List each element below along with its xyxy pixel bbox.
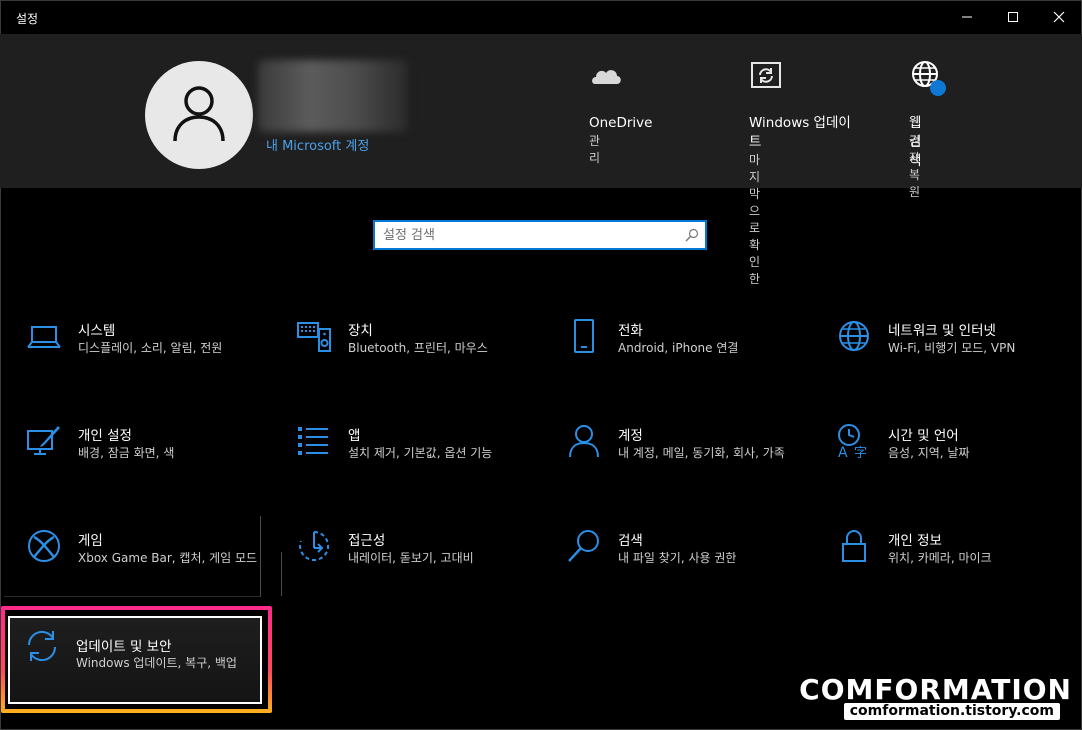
tile-title: 전화 <box>618 323 643 339</box>
tile-description: Android, iPhone 연결 <box>618 341 739 355</box>
update-icon <box>751 62 781 88</box>
category-tile-devices[interactable]: 장치 Bluetooth, 프린터, 마우스 <box>274 306 532 402</box>
tile-title: 개인 설정 <box>78 428 132 444</box>
tile-title: 검색 <box>618 533 643 549</box>
tile-title: 시스템 <box>78 323 116 339</box>
category-tile-network[interactable]: 네트워크 및 인터넷 Wi-Fi, 비행기 모드, VPN <box>814 306 1072 402</box>
category-tile-accounts[interactable]: 계정 내 계정, 메일, 동기화, 회사, 가족 <box>544 411 802 507</box>
tile-title: 개인 정보 <box>888 533 942 549</box>
apps-list-icon <box>298 427 328 455</box>
blurred-username <box>258 60 408 132</box>
tile-description: 위치, 카메라, 마이크 <box>888 551 992 565</box>
tile-title: 장치 <box>348 323 373 339</box>
laptop-icon <box>27 326 61 348</box>
settings-search-box[interactable] <box>373 220 707 250</box>
close-button[interactable] <box>1036 0 1082 34</box>
category-tile-apps[interactable]: 앱 설치 제거, 기본값, 옵션 기능 <box>274 411 532 507</box>
tile-title: 접근성 <box>348 533 386 549</box>
microsoft-account-link[interactable]: 내 Microsoft 계정 <box>266 135 369 154</box>
maximize-button[interactable] <box>990 0 1036 34</box>
maximize-icon <box>1008 12 1018 22</box>
header-item-subtitle: 관리 <box>589 134 601 165</box>
account-header: 내 Microsoft 계정 OneDrive 관리 Windows 업데이트 … <box>0 34 1082 286</box>
watermark-url: comformation.tistory.com <box>843 703 1060 720</box>
minimize-button[interactable] <box>944 0 990 34</box>
category-tile-time-language[interactable]: A 字 시간 및 언어 음성, 지역, 날짜 <box>814 411 1072 507</box>
tile-title: 네트워크 및 인터넷 <box>888 323 996 339</box>
watermark-title: COMFORMATION <box>799 673 1072 706</box>
tile-description: 내 계정, 메일, 동기화, 회사, 가족 <box>618 446 785 460</box>
svg-text:A: A <box>838 445 848 459</box>
category-tile-phone[interactable]: 전화 Android, iPhone 연결 <box>544 306 802 402</box>
accessibility-icon <box>299 530 330 561</box>
tile-description: Windows 업데이트, 복구, 백업 <box>76 656 237 670</box>
category-tile-gaming[interactable]: 게임 Xbox Game Bar, 캡처, 게임 모드 <box>4 516 262 612</box>
search-icon <box>685 228 699 242</box>
avatar[interactable] <box>145 61 253 169</box>
tile-title: 시간 및 언어 <box>888 428 959 444</box>
globe-icon <box>839 321 869 351</box>
tile-description: 내 파일 찾기, 사용 권한 <box>618 551 737 565</box>
tile-description: 배경, 잠금 화면, 색 <box>78 446 175 460</box>
search-input[interactable] <box>383 226 673 244</box>
tile-description: Xbox Game Bar, 캡처, 게임 모드 <box>78 551 258 565</box>
svg-text:字: 字 <box>854 446 867 459</box>
phone-icon <box>574 319 594 353</box>
notification-dot <box>930 80 946 96</box>
category-tile-personalization[interactable]: 개인 설정 배경, 잠금 화면, 색 <box>4 411 262 507</box>
header-item-subtitle: 권장 복원 <box>909 134 921 199</box>
user-icon <box>173 86 225 142</box>
category-tile-search[interactable]: 검색 내 파일 찾기, 사용 권한 <box>544 516 802 612</box>
search-icon <box>568 530 599 562</box>
tile-description: 디스플레이, 소리, 알림, 전원 <box>78 341 223 355</box>
tile-title: 업데이트 및 보안 <box>76 639 172 655</box>
title-bar: 설정 <box>0 0 1082 34</box>
header-item-subtitle: 마지막으로 확인한 <box>749 153 761 286</box>
header-item-title: Windows 업데이트 <box>749 115 851 150</box>
cloud-icon <box>592 70 621 84</box>
window-title: 설정 <box>16 12 39 26</box>
category-tile-system[interactable]: 시스템 디스플레이, 소리, 알림, 전원 <box>4 306 262 402</box>
category-tile-update-security[interactable]: 업데이트 및 보안 Windows 업데이트, 복구, 백업 <box>8 616 262 704</box>
header-item-title: OneDrive <box>589 115 653 131</box>
category-tile-privacy[interactable]: 개인 정보 위치, 카메라, 마이크 <box>814 516 1072 612</box>
tile-description: 설치 제거, 기본값, 옵션 기능 <box>348 446 493 460</box>
tile-description: Wi-Fi, 비행기 모드, VPN <box>888 341 1016 355</box>
minimize-icon <box>962 16 972 18</box>
tile-description: 내레이터, 돋보기, 고대비 <box>348 551 474 565</box>
person-icon <box>569 425 599 458</box>
close-icon <box>1053 11 1065 23</box>
keyboard-speaker-icon <box>297 322 331 352</box>
tile-title: 게임 <box>78 533 103 549</box>
lock-icon <box>842 530 866 562</box>
time-language-icon: A 字 <box>838 424 867 459</box>
tile-description: Bluetooth, 프린터, 마우스 <box>348 341 488 355</box>
tile-description: 음성, 지역, 날짜 <box>888 446 970 460</box>
tile-title: 앱 <box>348 428 361 444</box>
category-tile-accessibility[interactable]: 접근성 내레이터, 돋보기, 고대비 <box>274 516 532 612</box>
xbox-icon <box>28 530 60 562</box>
sync-icon <box>27 630 57 662</box>
paint-icon <box>27 426 60 455</box>
tile-title: 계정 <box>618 428 643 444</box>
